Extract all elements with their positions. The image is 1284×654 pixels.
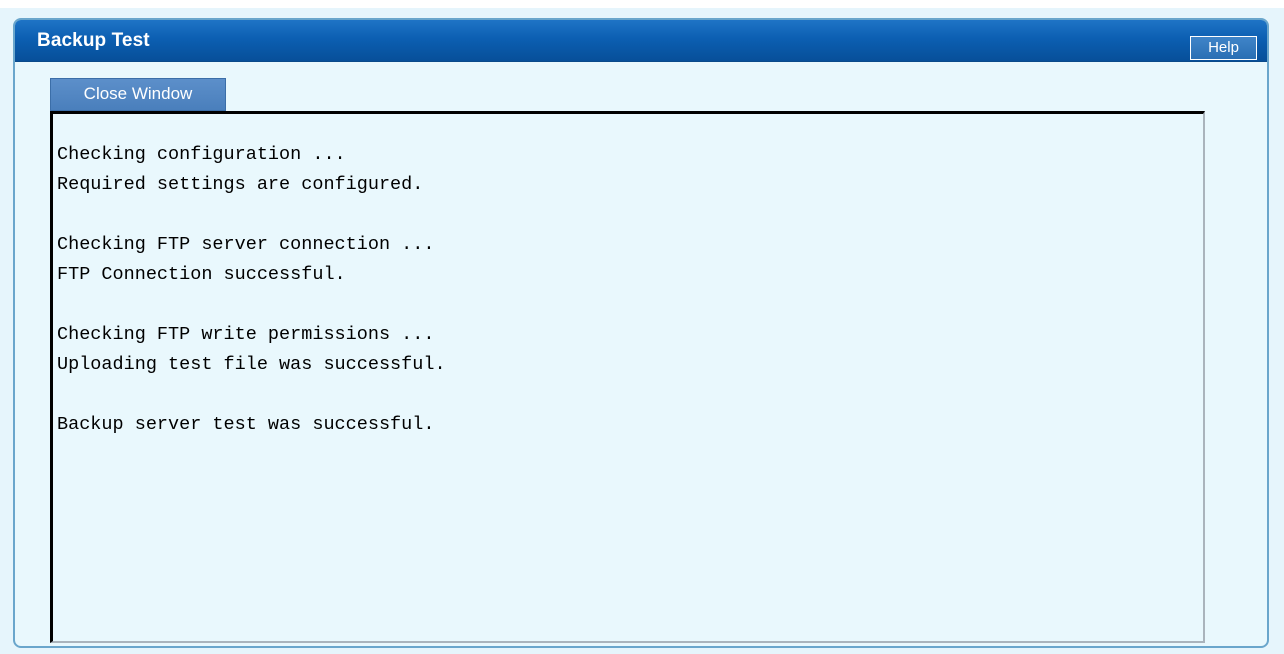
panel-title: Backup Test — [37, 30, 150, 51]
log-line: FTP Connection successful. — [57, 264, 346, 285]
test-output-box: Checking configuration ... Required sett… — [50, 111, 1205, 643]
log-line: Uploading test file was successful. — [57, 354, 446, 375]
log-line: Checking FTP server connection ... — [57, 234, 435, 255]
log-line: Backup server test was successful. — [57, 414, 435, 435]
help-button[interactable]: Help — [1190, 36, 1257, 60]
backup-test-panel: Backup Test Help Close Window Checking c… — [13, 18, 1269, 648]
close-window-button[interactable]: Close Window — [50, 78, 226, 111]
log-line: Checking configuration ... — [57, 144, 346, 165]
log-line: Required settings are configured. — [57, 174, 424, 195]
test-output-log: Checking configuration ... Required sett… — [57, 140, 446, 440]
log-line: Checking FTP write permissions ... — [57, 324, 435, 345]
panel-titlebar: Backup Test Help — [15, 20, 1267, 62]
